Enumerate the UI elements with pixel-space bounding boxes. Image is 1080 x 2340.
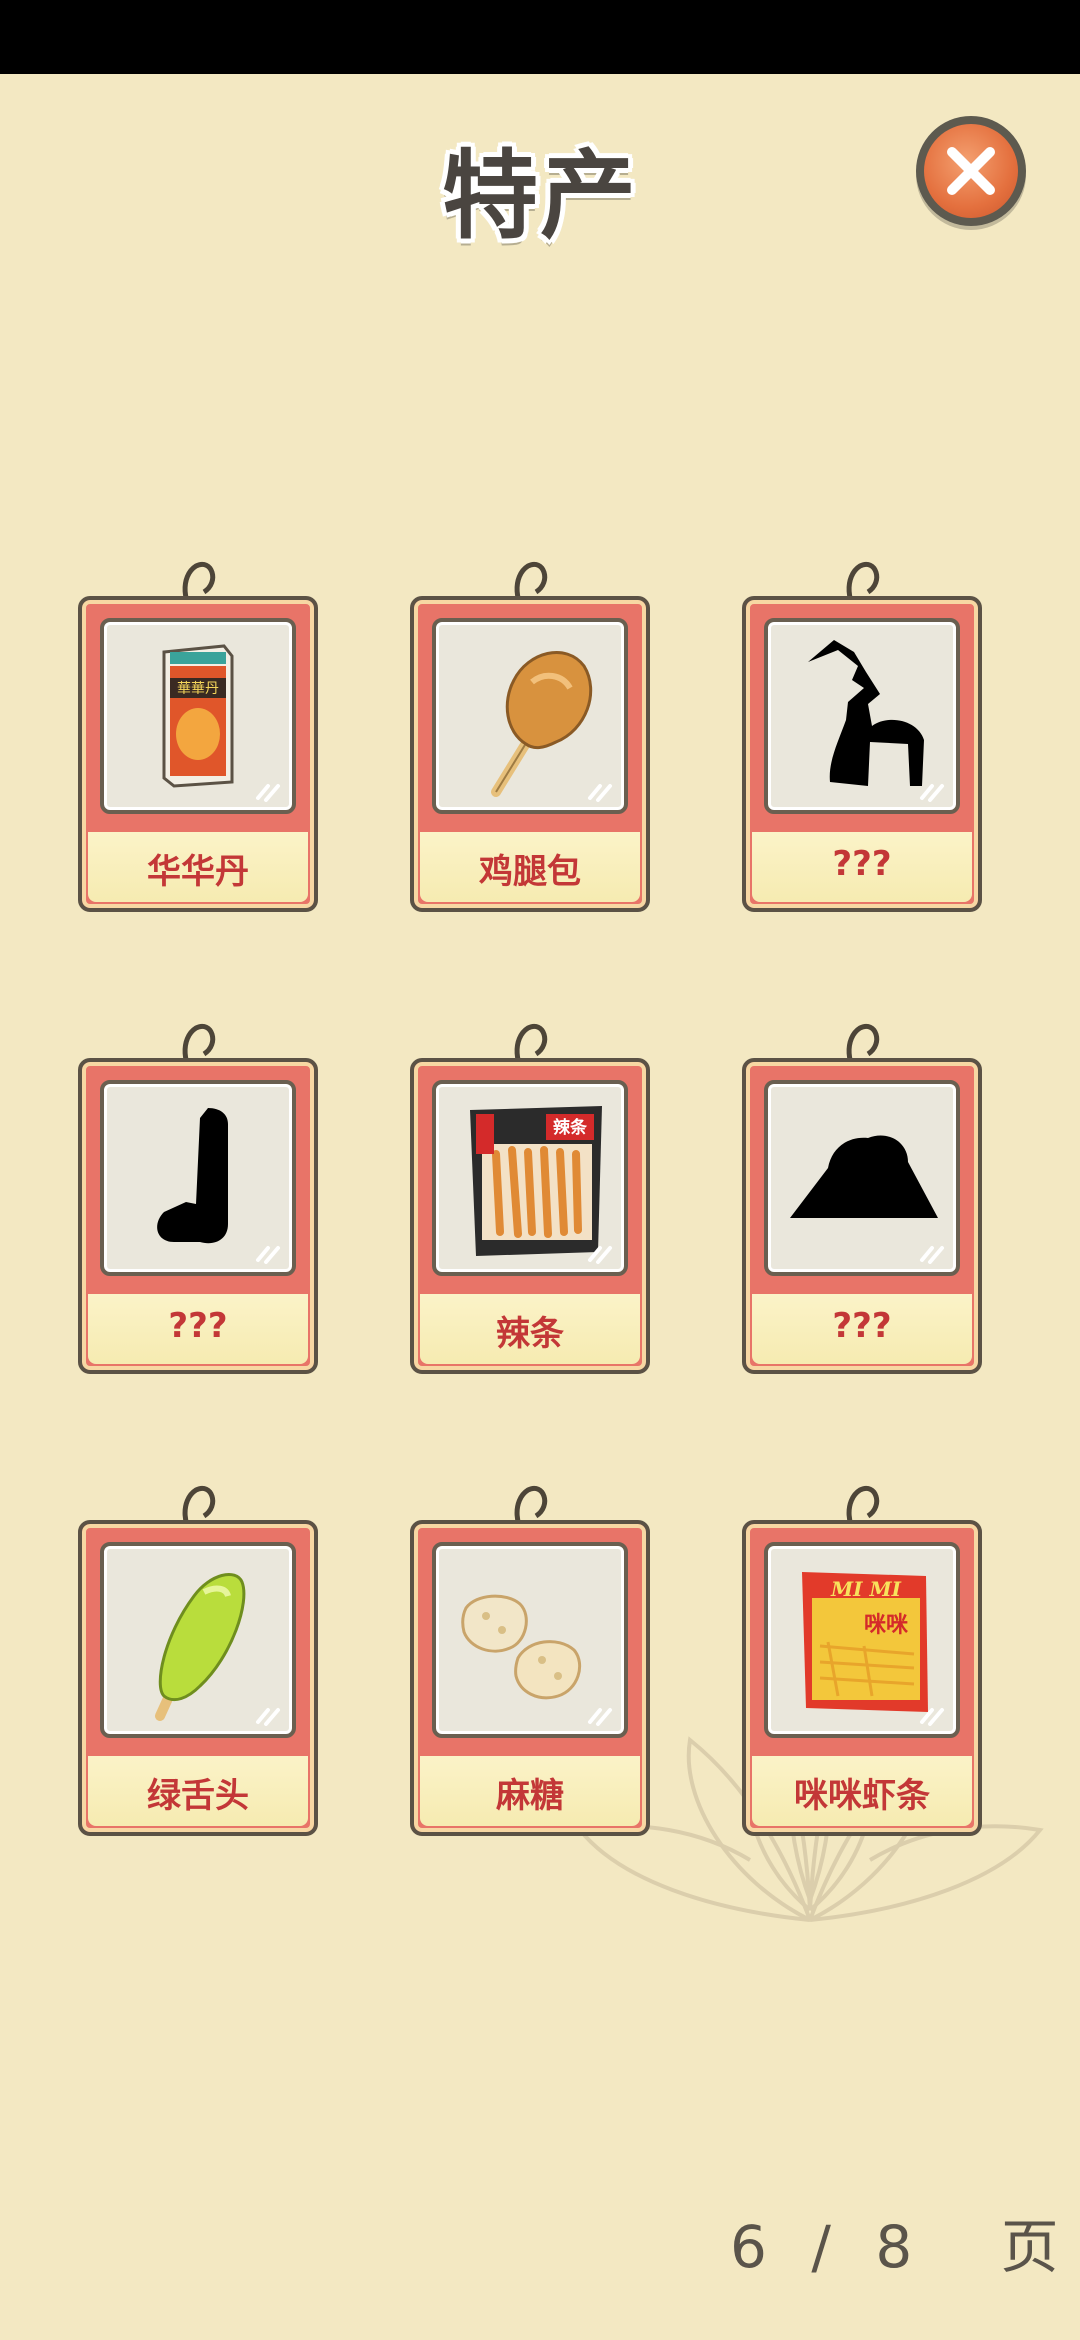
page-unit: 页 xyxy=(1000,2213,1059,2281)
sparkle-icon xyxy=(920,1708,944,1726)
page-current: 6 xyxy=(730,2213,767,2281)
item-label: 麻糖 xyxy=(496,1776,564,1816)
item-label: 鸡腿包 xyxy=(479,852,581,892)
huahuadan-pack-text: 華華丹 xyxy=(177,681,219,697)
item-card-7[interactable]: 绿舌头 xyxy=(78,1480,318,1840)
item-card-2[interactable]: 鸡腿包 xyxy=(410,556,650,916)
sparkle-icon xyxy=(920,784,944,802)
item-label: 华华丹 xyxy=(147,852,249,892)
item-label: 咪咪虾条 xyxy=(794,1776,930,1816)
item-card-6[interactable]: ??? xyxy=(742,1018,982,1378)
item-label: ??? xyxy=(832,844,892,884)
status-bar xyxy=(0,0,1080,74)
close-button[interactable] xyxy=(916,116,1026,226)
sparkle-icon xyxy=(920,1246,944,1264)
mimi-pack-text: MI MI xyxy=(830,1577,902,1601)
item-label: 绿舌头 xyxy=(147,1776,249,1816)
page-separator: / xyxy=(811,2213,831,2281)
mimi-pack-cn: 咪咪 xyxy=(864,1613,909,1638)
item-label: ??? xyxy=(832,1306,892,1346)
item-label: ??? xyxy=(168,1306,228,1346)
item-card-1[interactable]: 華華丹 华华丹 xyxy=(78,556,318,916)
item-card-9[interactable]: MI MI 咪咪 咪咪虾条 xyxy=(742,1480,982,1840)
close-icon xyxy=(947,147,995,195)
latiao-pack-text: 辣条 xyxy=(553,1117,588,1138)
item-card-8[interactable]: 麻糖 xyxy=(410,1480,650,1840)
page-indicator: 6 / 8 页 xyxy=(730,2200,1059,2284)
item-label: 辣条 xyxy=(496,1314,564,1354)
sparkle-icon xyxy=(256,1246,280,1264)
sparkle-icon xyxy=(588,1246,612,1264)
sparkle-icon xyxy=(256,784,280,802)
item-card-5[interactable]: 辣条 辣条 xyxy=(410,1018,650,1378)
sparkle-icon xyxy=(588,784,612,802)
item-card-4[interactable]: ??? xyxy=(78,1018,318,1378)
sparkle-icon xyxy=(588,1708,612,1726)
sparkle-icon xyxy=(256,1708,280,1726)
page-total: 8 xyxy=(875,2213,913,2281)
item-card-3[interactable]: ??? xyxy=(742,556,982,916)
